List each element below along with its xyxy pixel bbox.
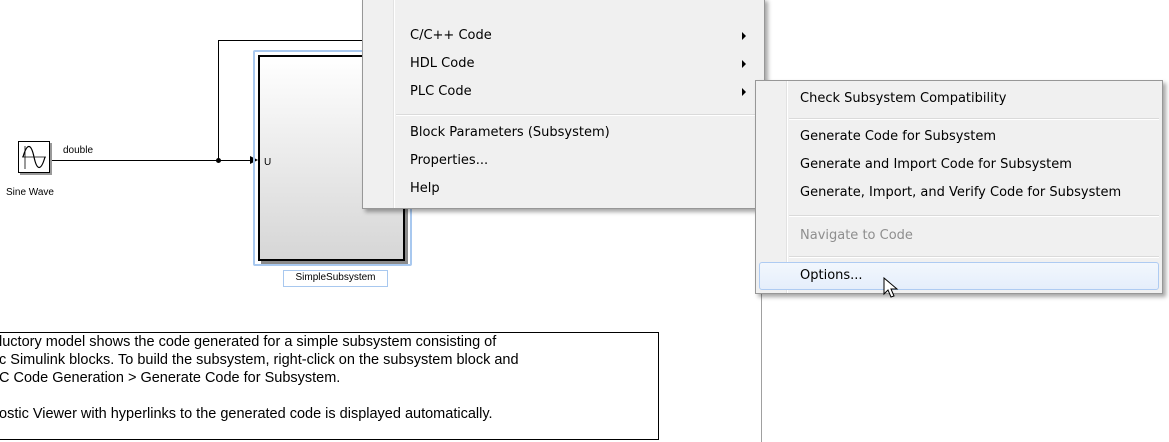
menu-item-label: Options... — [800, 268, 863, 283]
sine-wave-icon — [22, 145, 46, 169]
menu-item-label: Navigate to Code — [800, 228, 913, 243]
chevron-right-icon — [742, 32, 746, 40]
menu-item-label: Help — [410, 181, 440, 196]
menu-item-plc-code[interactable]: PLC Code — [363, 80, 764, 104]
plc-code-submenu: Check Subsystem Compatibility Generate C… — [755, 80, 1163, 294]
menu-separator — [789, 256, 1159, 258]
annotation-line: ostic Viewer with hyperlinks to the gene… — [0, 406, 493, 422]
menu-item-label: Generate, Import, and Verify Code for Su… — [800, 185, 1122, 200]
menu-item-label: Properties... — [410, 153, 489, 168]
subsystem-name-label[interactable]: SimpleSubsystem — [283, 270, 388, 287]
menu-separator — [789, 215, 1159, 217]
menu-item-options[interactable]: Options... — [759, 262, 1159, 290]
menu-item-generate-import-verify[interactable]: Generate, Import, and Verify Code for Su… — [756, 181, 1162, 205]
menu-separator — [789, 118, 1159, 120]
menu-item-label: HDL Code — [410, 56, 475, 71]
menu-item-label: Block Parameters (Subsystem) — [410, 125, 610, 140]
simulink-canvas[interactable]: double Sine Wave U SimpleSubsystem lucto… — [0, 0, 1169, 442]
menu-item-navigate-to-code[interactable]: Navigate to Code — [756, 224, 1162, 248]
menu-item-properties[interactable]: Properties... — [363, 149, 764, 173]
mouse-pointer-icon — [883, 277, 899, 298]
annotation-line: C Code Generation > Generate Code for Su… — [0, 370, 341, 386]
signal-type-label: double — [63, 145, 94, 156]
menu-item-label: C/C++ Code — [410, 28, 492, 43]
sine-block-label: Sine Wave — [6, 187, 54, 198]
annotation-line: c Simulink blocks. To build the subsyste… — [0, 352, 519, 368]
model-annotation[interactable]: luctory model shows the code generated f… — [0, 332, 659, 440]
menu-separator — [396, 114, 761, 116]
input-port-label: U — [264, 157, 272, 168]
menu-item-hdl-code[interactable]: HDL Code — [363, 52, 764, 76]
menu-item-generate-import[interactable]: Generate and Import Code for Subsystem — [756, 153, 1162, 177]
chevron-right-icon — [742, 60, 746, 68]
menu-item-label: Generate and Import Code for Subsystem — [800, 157, 1072, 172]
branch-line-vertical[interactable] — [218, 40, 219, 161]
menu-item-label: PLC Code — [410, 84, 472, 99]
menu-item-block-parameters[interactable]: Block Parameters (Subsystem) — [363, 121, 764, 145]
menu-item-help[interactable]: Help — [363, 177, 764, 201]
menu-item-generate-code[interactable]: Generate Code for Subsystem — [756, 125, 1162, 149]
menu-item-cpp-code[interactable]: C/C++ Code — [363, 24, 764, 48]
menu-item-label: Check Subsystem Compatibility — [800, 91, 1007, 106]
menu-item-check-compatibility[interactable]: Check Subsystem Compatibility — [756, 87, 1162, 111]
annotation-line: luctory model shows the code generated f… — [0, 334, 497, 350]
branch-line-horizontal[interactable] — [218, 40, 368, 41]
context-menu: C/C++ Code HDL Code PLC Code Block Param… — [362, 0, 765, 209]
menu-item-label: Generate Code for Subsystem — [800, 129, 997, 144]
signal-line[interactable] — [47, 160, 252, 161]
annotation-line — [0, 387, 658, 405]
chevron-right-icon — [742, 88, 746, 96]
sine-wave-block[interactable] — [18, 141, 50, 173]
